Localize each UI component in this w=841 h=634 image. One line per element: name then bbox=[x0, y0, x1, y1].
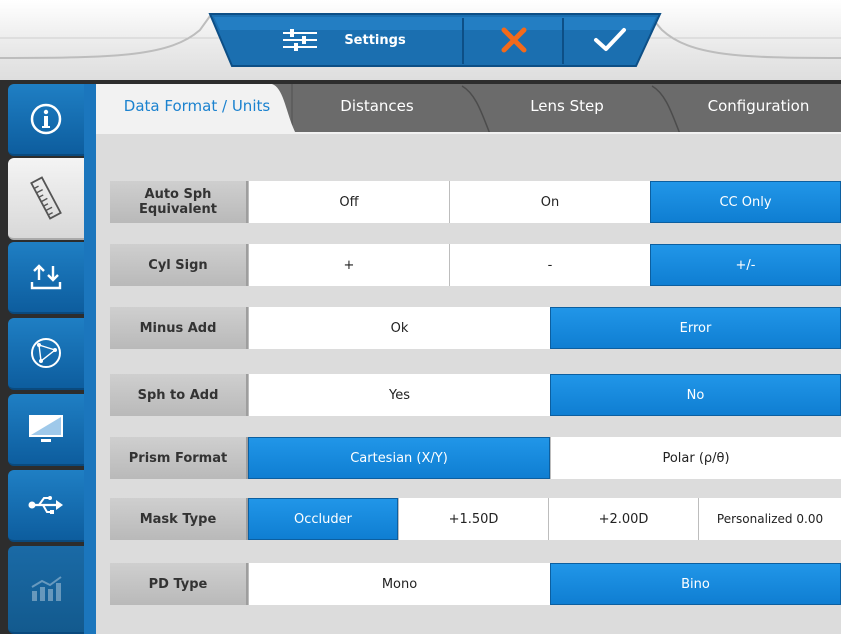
setting-row-cyl-sign: Cyl Sign + - +/- bbox=[110, 244, 841, 286]
close-icon bbox=[501, 27, 527, 53]
sidebar-accent-strip bbox=[84, 84, 96, 634]
option-yes[interactable]: Yes bbox=[248, 374, 550, 416]
transfer-icon bbox=[30, 264, 62, 290]
option-minus[interactable]: - bbox=[449, 244, 650, 286]
option-occluder[interactable]: Occluder bbox=[248, 498, 398, 540]
setting-row-sph-to-add: Sph to Add Yes No bbox=[110, 374, 841, 416]
setting-row-prism-format: Prism Format Cartesian (X/Y) Polar (ρ/θ) bbox=[110, 437, 841, 479]
option-ok[interactable]: Ok bbox=[248, 307, 550, 349]
sidebar-item-network[interactable] bbox=[8, 318, 84, 390]
network-icon bbox=[31, 338, 61, 368]
option-on[interactable]: On bbox=[449, 181, 650, 223]
option-cc-only[interactable]: CC Only bbox=[650, 181, 841, 223]
setting-label-minus-add: Minus Add bbox=[110, 307, 248, 349]
tab-bar: Data Format / Units Distances Lens Step … bbox=[96, 84, 841, 134]
sidebar-item-display[interactable] bbox=[8, 394, 84, 466]
sliders-icon bbox=[283, 29, 318, 51]
option-plus-1-50d[interactable]: +1.50D bbox=[398, 498, 548, 540]
setting-label-prism-format: Prism Format bbox=[110, 437, 248, 479]
sidebar-item-transfer[interactable] bbox=[8, 242, 84, 314]
setting-row-auto-sph-equivalent: Auto Sph Equivalent Off On CC Only bbox=[110, 181, 841, 223]
option-plus-minus[interactable]: +/- bbox=[650, 244, 841, 286]
check-icon bbox=[594, 28, 626, 51]
setting-label-cyl-sign: Cyl Sign bbox=[110, 244, 248, 286]
sidebar-item-measure[interactable] bbox=[8, 158, 84, 240]
option-plus-2-00d[interactable]: +2.00D bbox=[548, 498, 698, 540]
option-bino[interactable]: Bino bbox=[550, 563, 841, 605]
tab-configuration[interactable]: Configuration bbox=[676, 84, 841, 128]
tab-distances[interactable]: Distances bbox=[292, 84, 462, 128]
option-cartesian[interactable]: Cartesian (X/Y) bbox=[248, 437, 550, 479]
setting-row-minus-add: Minus Add Ok Error bbox=[110, 307, 841, 349]
setting-label-auto-sph: Auto Sph Equivalent bbox=[110, 181, 248, 223]
option-no[interactable]: No bbox=[550, 374, 841, 416]
sidebar bbox=[8, 84, 84, 634]
sidebar-item-statistics[interactable] bbox=[8, 546, 84, 634]
setting-label-sph-to-add: Sph to Add bbox=[110, 374, 248, 416]
ruler-icon bbox=[30, 176, 62, 220]
option-mono[interactable]: Mono bbox=[248, 563, 550, 605]
sidebar-item-usb[interactable] bbox=[8, 470, 84, 542]
info-icon bbox=[30, 103, 62, 135]
setting-row-pd-type: PD Type Mono Bino bbox=[110, 563, 841, 605]
option-off[interactable]: Off bbox=[248, 181, 449, 223]
chart-icon bbox=[31, 576, 62, 601]
setting-row-mask-type: Mask Type Occluder +1.50D +2.00D Persona… bbox=[110, 498, 841, 540]
settings-button[interactable]: Settings bbox=[235, 16, 453, 64]
cancel-button[interactable] bbox=[470, 16, 558, 64]
display-icon bbox=[29, 415, 63, 442]
confirm-button[interactable] bbox=[568, 16, 652, 64]
sidebar-item-info[interactable] bbox=[8, 84, 84, 156]
tab-lens-step[interactable]: Lens Step bbox=[482, 84, 652, 128]
settings-panel: Data Format / Units Distances Lens Step … bbox=[96, 84, 841, 634]
option-plus[interactable]: + bbox=[248, 244, 449, 286]
tab-data-format-units[interactable]: Data Format / Units bbox=[104, 84, 290, 128]
setting-label-text: Auto Sph Equivalent bbox=[139, 187, 217, 217]
option-polar[interactable]: Polar (ρ/θ) bbox=[550, 437, 841, 479]
option-error[interactable]: Error bbox=[550, 307, 841, 349]
option-personalized[interactable]: Personalized 0.00 bbox=[698, 498, 841, 540]
setting-label-pd-type: PD Type bbox=[110, 563, 248, 605]
setting-label-mask-type: Mask Type bbox=[110, 498, 248, 540]
settings-label: Settings bbox=[344, 32, 406, 48]
usb-icon bbox=[28, 496, 63, 514]
top-bar: Settings bbox=[0, 0, 841, 80]
